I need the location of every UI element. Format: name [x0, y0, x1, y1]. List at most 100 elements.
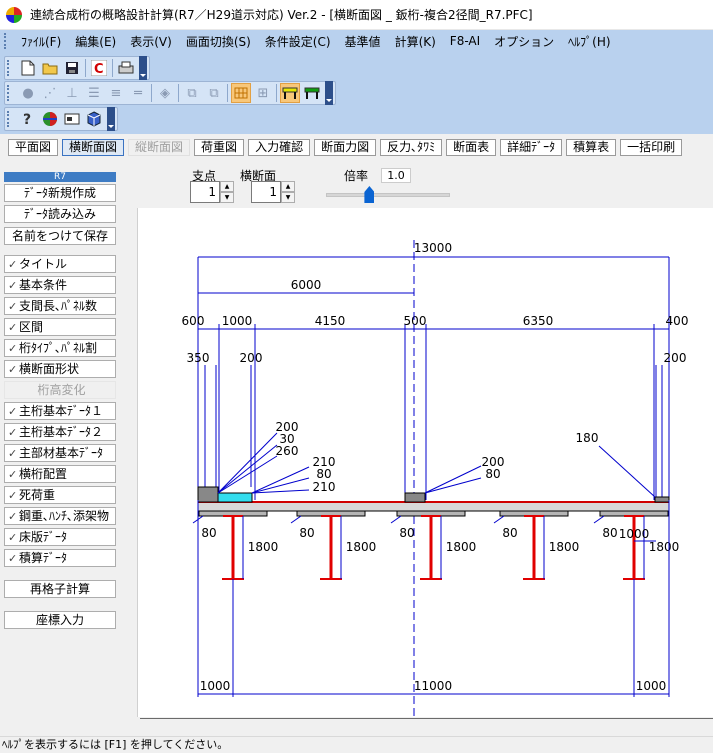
sidebar-item[interactable]: ✓ 桁ﾀｲﾌﾟ､ﾊﾟﾈﾙ割 [4, 339, 116, 357]
left-walkway [217, 492, 253, 503]
right-curb-height-label: 200 [664, 351, 687, 365]
zoom-slider-track[interactable] [326, 193, 450, 197]
drawing-canvas[interactable]: 13000 6000 600 1000 4150 500 6350 400 350 200 200 1… [137, 208, 713, 717]
zoom-slider-thumb[interactable] [364, 186, 375, 203]
support-value[interactable]: 1 [190, 181, 220, 203]
new-file-icon[interactable] [18, 58, 38, 78]
tool-d-icon[interactable]: ☰ [84, 83, 104, 103]
sidebar-item[interactable]: ✓ 主桁基本ﾃﾞｰﾀ２ [4, 423, 116, 441]
app-icon [6, 6, 22, 23]
support-spinner[interactable]: 1 ▲ ▼ [190, 181, 234, 203]
menu-conditions[interactable]: 条件設定(C) [258, 33, 338, 50]
horizontal-scrollbar[interactable] [140, 718, 713, 732]
support-down-arrow[interactable]: ▼ [220, 192, 234, 203]
section-up-arrow[interactable]: ▲ [281, 181, 295, 192]
tool-f-icon[interactable]: ═ [128, 83, 148, 103]
tab-estimate-table[interactable]: 積算表 [566, 139, 617, 156]
tab-reaction-deflection[interactable]: 反力､ﾀﾜﾐ [380, 139, 443, 156]
sidebar-item[interactable]: ✓ 区間 [4, 318, 116, 336]
menu-file[interactable]: ﾌｧｲﾙ(F) [14, 33, 68, 50]
girder-section-green-icon[interactable] [302, 83, 322, 103]
menu-edit[interactable]: 編集(E) [68, 33, 123, 50]
toolbar-grip[interactable] [7, 60, 11, 76]
tab-section-force[interactable]: 断面力図 [314, 139, 377, 156]
tool-h2-icon[interactable]: ⧉ [204, 83, 224, 103]
tool-b-icon[interactable]: ⋰ [40, 83, 60, 103]
toolbar-grip[interactable] [7, 85, 11, 101]
toolbar-overflow-button[interactable] [139, 56, 147, 80]
sidebar-item[interactable]: ✓ 主部材基本ﾃﾞｰﾀ [4, 444, 116, 462]
globe-icon[interactable] [40, 109, 60, 129]
tool-e-icon[interactable]: ≡ [106, 83, 126, 103]
tab-plan-view[interactable]: 平面図 [8, 139, 59, 156]
save-icon[interactable] [62, 58, 82, 78]
sidebar-item-label: 桁ﾀｲﾌﾟ､ﾊﾟﾈﾙ割 [19, 341, 98, 355]
sidebar-item[interactable]: ✓ 主桁基本ﾃﾞｰﾀ１ [4, 402, 116, 420]
tool-a-icon[interactable]: ● [18, 83, 38, 103]
toolbar-file: C [0, 56, 150, 80]
bottom-center-label: 11000 [414, 679, 452, 693]
tab-batch-print[interactable]: 一括印刷 [620, 139, 683, 156]
tab-cross-section[interactable]: 横断面図 [62, 139, 125, 156]
cube-icon[interactable] [84, 109, 104, 129]
girder-section-icon[interactable] [280, 83, 300, 103]
sidebar-item[interactable]: ✓ 死荷重 [4, 486, 116, 504]
menu-help[interactable]: ﾍﾙﾌﾟ(H) [561, 33, 617, 50]
help-icon[interactable]: ? [18, 109, 38, 129]
toolbar-grip[interactable] [7, 111, 11, 127]
check-icon: ✓ [8, 405, 18, 418]
toolbar-overflow-button[interactable] [325, 81, 333, 105]
view-tabs: 平面図 横断面図 縦断面図 荷重図 入力確認 断面力図 反力､ﾀﾜﾐ 断面表 詳… [0, 139, 686, 159]
toolbar-edit: ● ⋰ ⊥ ☰ ≡ ═ ◈ ⧉ ⧉ ⊞ [0, 81, 336, 105]
tool-grid-icon[interactable] [231, 83, 251, 103]
tool-book-icon[interactable]: ⊞ [253, 83, 273, 103]
support-up-arrow[interactable]: ▲ [220, 181, 234, 192]
haunch-leader [390, 515, 402, 524]
check-icon: ✓ [8, 468, 18, 481]
tab-load-diagram[interactable]: 荷重図 [194, 139, 245, 156]
new-data-button[interactable]: ﾃﾞｰﾀ新規作成 [4, 184, 116, 202]
sidebar-item-label: 床版ﾃﾞｰﾀ [19, 530, 68, 544]
section-down-arrow[interactable]: ▼ [281, 192, 295, 203]
menubar-grip[interactable] [4, 33, 8, 49]
tool-c-icon[interactable]: ⊥ [62, 83, 82, 103]
zoom-label: 倍率 [344, 169, 369, 183]
save-as-button[interactable]: 名前をつけて保存 [4, 227, 116, 245]
toolbar-separator [112, 59, 113, 77]
card-icon[interactable] [62, 109, 82, 129]
sidebar-item[interactable]: ✓ 横桁配置 [4, 465, 116, 483]
tab-input-check[interactable]: 入力確認 [248, 139, 311, 156]
section-value[interactable]: 1 [251, 181, 281, 203]
menu-standards[interactable]: 基準値 [338, 33, 388, 50]
tool-g-icon[interactable]: ◈ [155, 83, 175, 103]
sidebar-item[interactable]: ✓ 基本条件 [4, 276, 116, 294]
zoom-value[interactable]: 1.0 [381, 168, 411, 183]
girder-height-label: 1800 [549, 540, 580, 554]
leader-line [424, 477, 482, 494]
sidebar-item-label: 基本条件 [19, 278, 68, 292]
tool-h-icon[interactable]: ⧉ [182, 83, 202, 103]
sidebar-item[interactable]: ✓ 支間長､ﾊﾟﾈﾙ数 [4, 297, 116, 315]
menu-f8-ai[interactable]: F8-AI [443, 34, 487, 48]
menu-options[interactable]: オプション [487, 33, 561, 50]
haunch-width-label: 80 [399, 526, 414, 540]
section-spinner[interactable]: 1 ▲ ▼ [251, 181, 295, 203]
print-icon[interactable] [116, 58, 136, 78]
tab-section-table[interactable]: 断面表 [446, 139, 497, 156]
sidebar-item[interactable]: ✓ 積算ﾃﾞｰﾀ [4, 549, 116, 567]
sidebar-item[interactable]: ✓ 横断面形状 [4, 360, 116, 378]
coordinate-input-button[interactable]: 座標入力 [4, 611, 116, 629]
menu-calc[interactable]: 計算(K) [388, 33, 443, 50]
sidebar-item[interactable]: ✓ 床版ﾃﾞｰﾀ [4, 528, 116, 546]
left-curb [197, 486, 219, 503]
open-folder-icon[interactable] [40, 58, 60, 78]
regrid-calc-button[interactable]: 再格子計算 [4, 580, 116, 598]
toolbar-overflow-button[interactable] [107, 107, 115, 131]
load-data-button[interactable]: ﾃﾞｰﾀ読み込み [4, 205, 116, 223]
menu-view[interactable]: 表示(V) [123, 33, 179, 50]
calc-c-icon[interactable]: C [89, 58, 109, 78]
menu-screen-switch[interactable]: 画面切換(S) [179, 33, 258, 50]
sidebar-item[interactable]: ✓ 鋼重､ﾊﾝﾁ､添架物 [4, 507, 116, 525]
tab-detail-data[interactable]: 詳細ﾃﾞｰﾀ [500, 139, 563, 156]
sidebar-item[interactable]: ✓ タイトル [4, 255, 116, 273]
